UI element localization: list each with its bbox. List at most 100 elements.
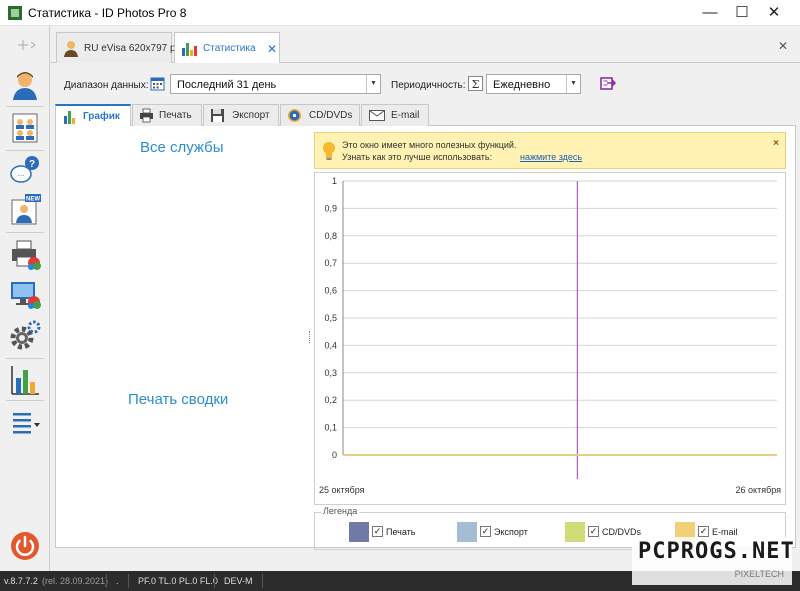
tab-label: График — [83, 111, 120, 122]
person-photo-icon — [64, 41, 78, 57]
tab-print[interactable]: Печать — [132, 104, 202, 126]
build-text: DEV-M — [224, 576, 253, 586]
disc-icon — [288, 109, 301, 122]
y-tick-label: 0,7 — [324, 258, 337, 268]
range-label: Диапазон данных: — [64, 80, 149, 91]
toolbar-divider — [6, 358, 44, 359]
envelope-icon — [369, 110, 385, 121]
photo-group-icon[interactable] — [9, 112, 41, 144]
close-banner-icon[interactable]: × — [773, 138, 779, 149]
statistics-panel: Диапазон данных: Последний 31 день ▼ Пер… — [50, 63, 800, 571]
svg-text:NEW: NEW — [26, 197, 40, 203]
version-text: v.8.7.7.2 — [4, 576, 38, 586]
tab-label: E-mail — [391, 110, 420, 121]
bar-chart-icon[interactable] — [9, 364, 41, 396]
status-divider — [262, 574, 263, 588]
tab-label: CD/DVDs — [309, 110, 353, 121]
graph-content: Все службы Печать сводки Это окно имеет … — [55, 126, 796, 550]
tab-export[interactable]: Экспорт — [203, 104, 279, 126]
all-services-link[interactable]: Все службы — [140, 139, 224, 156]
period-value: Ежедневно — [493, 79, 551, 91]
legend-title: Легенда — [321, 506, 360, 516]
tab-label: Экспорт — [232, 110, 270, 121]
monitor-icon[interactable] — [9, 278, 41, 310]
close-all-tabs-icon[interactable]: ✕ — [778, 39, 788, 53]
legend-checkbox[interactable]: ✓ — [588, 526, 599, 537]
y-tick-label: 0,6 — [324, 286, 337, 296]
banner-help-link[interactable]: нажмите здесь — [520, 152, 582, 162]
sigma-icon: Σ — [468, 76, 483, 91]
status-divider — [106, 574, 107, 588]
new-photo-icon[interactable]: NEW — [9, 194, 41, 226]
banner-text-line2: Узнать как это лучше использовать: — [342, 152, 493, 162]
legend-checkbox[interactable]: ✓ — [698, 526, 709, 537]
range-value: Последний 31 день — [177, 79, 277, 91]
tab-label: RU eVisa 620x797 px — [84, 43, 181, 54]
legend-checkbox[interactable]: ✓ — [372, 526, 383, 537]
period-label: Периодичность: — [391, 80, 466, 91]
tab-cd-dvds[interactable]: CD/DVDs — [280, 104, 360, 126]
tab-graph[interactable]: График — [55, 104, 131, 127]
y-tick-label: 0 — [332, 450, 337, 460]
window-title: Статистика - ID Photos Pro 8 — [28, 6, 187, 20]
printer-icon[interactable] — [9, 238, 41, 270]
lightbulb-icon — [323, 142, 335, 160]
bar-chart-icon — [64, 111, 75, 124]
calendar-icon — [150, 77, 165, 91]
watermark: PCPROGS.NET PIXELTECH — [632, 537, 795, 585]
print-summary-link[interactable]: Печать сводки — [128, 391, 228, 408]
watermark-text: PCPROGS.NET — [638, 539, 795, 564]
power-icon[interactable] — [9, 530, 41, 562]
legend-label: E-mail — [712, 527, 738, 537]
legend-swatch — [565, 522, 585, 542]
close-button[interactable]: ✕ — [752, 0, 796, 26]
y-tick-label: 0,2 — [324, 395, 337, 405]
toolbar-divider — [6, 150, 44, 151]
status-dot: . — [116, 576, 119, 586]
legend-swatch — [349, 522, 369, 542]
svg-text:...: ... — [18, 169, 25, 178]
tab-evisa[interactable]: RU eVisa 620x797 px — [56, 32, 181, 64]
legend-swatch — [457, 522, 477, 542]
tab-statistics[interactable]: Статистика ✕ — [174, 32, 280, 65]
y-tick-label: 0,5 — [324, 313, 337, 323]
x-tick-label: 25 октября — [319, 485, 365, 495]
svg-text:Σ: Σ — [472, 78, 480, 91]
tab-label: Статистика — [203, 43, 256, 54]
y-tick-label: 0,8 — [324, 231, 337, 241]
y-tick-label: 0,1 — [324, 423, 337, 433]
period-select[interactable]: Ежедневно ▼ — [486, 74, 581, 94]
left-toolbar: ... ? NEW — [0, 26, 50, 571]
watermark-brand: PIXELTECH — [734, 569, 784, 579]
chart-area: 1 0,9 0,8 0,7 0,6 0,5 0,4 0,3 0,2 0,1 0 25 октября 2… — [314, 172, 786, 505]
help-chat-icon[interactable]: ... ? — [9, 154, 41, 186]
expand-toolbar-icon[interactable] — [16, 38, 38, 52]
export-refresh-icon[interactable] — [599, 74, 617, 92]
range-select[interactable]: Последний 31 день ▼ — [170, 74, 381, 94]
chevron-down-icon: ▼ — [366, 75, 380, 93]
y-tick-label: 0,3 — [324, 368, 337, 378]
floppy-icon — [211, 109, 224, 122]
printer-icon — [140, 108, 153, 123]
status-divider — [214, 574, 215, 588]
bar-chart-icon — [182, 43, 197, 56]
splitter-handle[interactable] — [309, 331, 311, 343]
close-tab-icon[interactable]: ✕ — [267, 42, 277, 56]
y-tick-label: 0,9 — [324, 203, 337, 213]
tab-label: Печать — [159, 110, 192, 121]
list-menu-icon[interactable] — [9, 406, 41, 438]
gear-icon[interactable] — [9, 320, 41, 352]
tab-email[interactable]: E-mail — [361, 104, 429, 126]
y-tick-label: 1 — [332, 176, 337, 186]
legend-label: Экспорт — [494, 527, 528, 537]
legend-checkbox[interactable]: ✓ — [480, 526, 491, 537]
legend-label: CD/DVDs — [602, 527, 642, 537]
banner-text-line1: Это окно имеет много полезных функций. — [342, 140, 517, 150]
counters-text: PF.0 TL.0 PL.0 FL.0 — [138, 576, 218, 586]
chevron-down-icon: ▼ — [566, 75, 580, 93]
title-bar: Статистика - ID Photos Pro 8 — ☐ ✕ — [0, 0, 800, 26]
toolbar-divider — [6, 106, 44, 107]
user-icon[interactable] — [9, 69, 41, 101]
info-banner: Это окно имеет много полезных функций. У… — [314, 132, 786, 169]
x-tick-label: 26 октября — [736, 485, 782, 495]
